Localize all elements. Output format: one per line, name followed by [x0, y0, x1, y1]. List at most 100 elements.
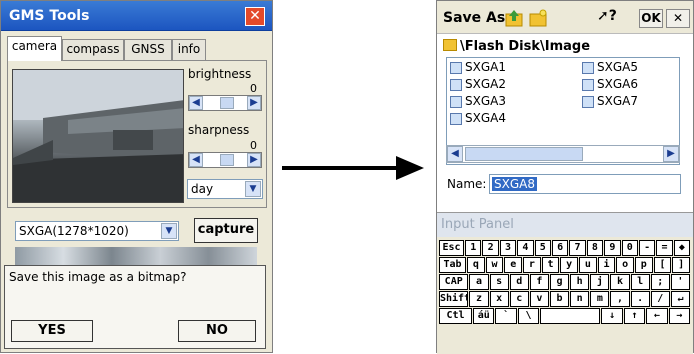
key[interactable]: ;	[650, 274, 670, 290]
right-arrow-icon[interactable]: ▶	[663, 146, 679, 162]
resolution-select[interactable]: SXGA(1278*1020) ▼	[15, 221, 179, 241]
key[interactable]: ,	[610, 291, 630, 307]
key[interactable]: 9	[604, 240, 621, 256]
horizontal-scrollbar[interactable]: ◀ ▶	[446, 145, 680, 163]
tab-compass[interactable]: compass	[62, 39, 124, 60]
key[interactable]: h	[570, 274, 590, 290]
key[interactable]: y	[560, 257, 578, 273]
help-icon[interactable]: ➚?	[597, 8, 617, 24]
key[interactable]: Shift	[439, 291, 469, 307]
key[interactable]: \	[517, 308, 540, 324]
name-value[interactable]: SXGA8	[492, 177, 537, 191]
key[interactable]: Ctl	[439, 308, 473, 324]
key[interactable]: 2	[482, 240, 499, 256]
key[interactable]: q	[467, 257, 485, 273]
key[interactable]: .	[630, 291, 650, 307]
key[interactable]: x	[489, 291, 509, 307]
left-arrow-icon[interactable]: ◀	[189, 96, 203, 110]
key[interactable]: ↑	[623, 308, 646, 324]
key[interactable]: →	[668, 308, 690, 324]
ok-button[interactable]: OK	[639, 9, 663, 28]
left-arrow-icon[interactable]: ◀	[189, 153, 203, 167]
key[interactable]: j	[590, 274, 610, 290]
chevron-down-icon[interactable]: ▼	[245, 181, 261, 197]
keyboard-row: Tab q w e r t y u i o p[]	[439, 257, 691, 273]
name-field[interactable]: SXGA8	[489, 174, 681, 194]
key[interactable]: ←	[646, 308, 668, 324]
key[interactable]: CAP	[439, 274, 469, 290]
list-item[interactable]: SXGA3	[465, 94, 506, 108]
key[interactable]: 1	[465, 240, 482, 256]
key[interactable]: [	[653, 257, 672, 273]
key[interactable]: 5	[534, 240, 551, 256]
key[interactable]: 3	[499, 240, 517, 256]
list-item[interactable]: SXGA5	[597, 60, 638, 74]
key[interactable]: Tab	[439, 257, 467, 273]
close-button[interactable]: ✕	[245, 7, 265, 26]
key[interactable]: e	[504, 257, 523, 273]
yes-button[interactable]: YES	[11, 320, 93, 342]
key[interactable]: ↵	[670, 291, 690, 307]
path-text: \Flash Disk\Image	[460, 39, 591, 54]
tab-info[interactable]: info	[172, 39, 206, 60]
key[interactable]: t	[541, 257, 560, 273]
key[interactable]: p	[634, 257, 653, 273]
key[interactable]: o	[616, 257, 634, 273]
slider-thumb[interactable]	[220, 97, 234, 109]
key[interactable]: ◆	[673, 240, 691, 256]
new-folder-icon[interactable]	[529, 9, 547, 27]
key[interactable]: u	[579, 257, 597, 273]
right-arrow-icon[interactable]: ▶	[247, 96, 261, 110]
key[interactable]: l	[630, 274, 650, 290]
list-item[interactable]: SXGA6	[597, 77, 638, 91]
key[interactable]: c	[509, 291, 529, 307]
key[interactable]: r	[523, 257, 541, 273]
key[interactable]: w	[485, 257, 504, 273]
key[interactable]: z	[469, 291, 489, 307]
key[interactable]: áü	[473, 308, 495, 324]
no-button[interactable]: NO	[178, 320, 256, 342]
key[interactable]: f	[529, 274, 549, 290]
key[interactable]: 4	[517, 240, 534, 256]
key[interactable]: Esc	[439, 240, 465, 256]
key[interactable]: d	[509, 274, 529, 290]
chevron-down-icon[interactable]: ▼	[161, 223, 177, 239]
key[interactable]: a	[469, 274, 489, 290]
right-arrow-icon[interactable]: ▶	[247, 153, 261, 167]
key[interactable]: k	[610, 274, 630, 290]
left-arrow-icon[interactable]: ◀	[447, 146, 463, 162]
key[interactable]: ]	[672, 257, 690, 273]
key-space[interactable]	[540, 308, 601, 324]
key[interactable]: '	[670, 274, 690, 290]
key[interactable]: g	[549, 274, 570, 290]
key[interactable]: 8	[586, 240, 604, 256]
key[interactable]: `	[495, 308, 517, 324]
scrollbar-thumb[interactable]	[465, 147, 583, 161]
key[interactable]: ↓	[601, 308, 623, 324]
key[interactable]: s	[489, 274, 509, 290]
key[interactable]: /	[650, 291, 670, 307]
key[interactable]: n	[570, 291, 590, 307]
capture-button[interactable]: capture	[194, 218, 258, 243]
tab-gnss[interactable]: GNSS	[124, 39, 172, 60]
brightness-slider[interactable]: ◀ ▶	[188, 95, 262, 111]
list-item[interactable]: SXGA2	[465, 77, 506, 91]
key[interactable]: 0	[621, 240, 638, 256]
key[interactable]: b	[549, 291, 570, 307]
slider-thumb[interactable]	[220, 154, 234, 166]
key[interactable]: 6	[551, 240, 569, 256]
key[interactable]: m	[590, 291, 610, 307]
list-item[interactable]: SXGA1	[465, 60, 506, 74]
key[interactable]: 7	[569, 240, 586, 256]
key[interactable]: v	[529, 291, 549, 307]
list-item[interactable]: SXGA4	[465, 111, 506, 125]
key[interactable]: =	[656, 240, 673, 256]
tab-camera[interactable]: camera	[7, 36, 62, 61]
key[interactable]: -	[638, 240, 656, 256]
key[interactable]: i	[597, 257, 616, 273]
up-folder-icon[interactable]	[505, 9, 523, 27]
close-button[interactable]: ✕	[666, 9, 690, 28]
list-item[interactable]: SXGA7	[597, 94, 638, 108]
scene-mode-select[interactable]: day ▼	[187, 179, 263, 199]
sharpness-slider[interactable]: ◀ ▶	[188, 152, 262, 168]
